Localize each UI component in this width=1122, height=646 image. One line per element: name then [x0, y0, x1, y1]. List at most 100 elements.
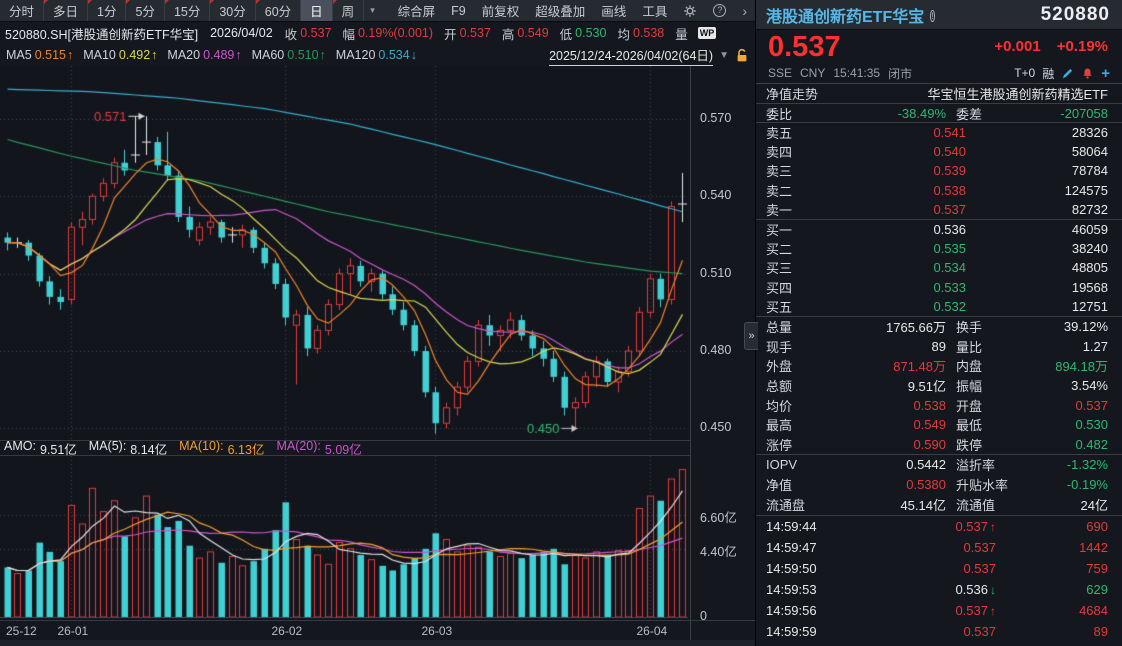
toolbar-right-group: 综合屏F9前复权超级叠加画线工具 ? › [390, 0, 755, 21]
ask-row-1[interactable]: 卖一0.53782732 [756, 200, 1122, 219]
order-price: 0.534 [821, 260, 966, 275]
ma-value: 0.534 [378, 48, 409, 62]
order-label: 买二 [766, 239, 821, 258]
candlestick-chart[interactable] [0, 66, 688, 440]
order-volume: 58064 [966, 144, 1108, 159]
tab-period-周[interactable]: 周 [333, 0, 365, 21]
underlying-index-name: 华宝恒生港股通创新药精选ETF [927, 84, 1108, 103]
price-change: +0.001 [994, 38, 1040, 55]
stat-value: 24亿 [1041, 495, 1108, 514]
order-label: 卖三 [766, 161, 821, 180]
trade-row: 14:59:440.537↑690 [756, 516, 1122, 537]
time-tick-label: 26-02 [272, 624, 303, 638]
currency-label: CNY [800, 66, 825, 80]
order-price: 0.535 [821, 241, 966, 256]
bottom-scrollbar[interactable] [0, 640, 755, 646]
tab-period-30分[interactable]: 30分 [210, 0, 255, 21]
tab-period-15分[interactable]: 15分 [165, 0, 210, 21]
trade-price: 0.537 [955, 603, 988, 618]
ma-item-MA120: MA1200.534↓ [336, 48, 417, 62]
ma-item-MA20: MA200.489↑ [167, 48, 241, 62]
stat-value: 0.5380 [821, 477, 946, 492]
date-range-selector[interactable]: 2025/12/24-2026/04/02(64日) [549, 45, 713, 66]
ma-value: 0.492 [119, 48, 150, 62]
ask-row-2[interactable]: 卖二0.538124575 [756, 181, 1122, 200]
stat-label: 总量 [766, 317, 821, 336]
t0-badge: T+0 [1014, 66, 1035, 80]
ma-label: MA20 [167, 48, 200, 62]
stat-row-均价: 均价0.538开盘0.537 [756, 395, 1122, 415]
tab-period-1分[interactable]: 1分 [88, 0, 126, 21]
field-value: 0.537 [300, 26, 331, 40]
tab-period-多日[interactable]: 多日 [44, 0, 88, 21]
tab-period-分时[interactable]: 分时 [0, 0, 44, 21]
stat-value: 0.538 [821, 398, 946, 413]
toolbar-button-0[interactable]: 综合屏 [390, 0, 444, 22]
volume-ma-label: MA(10): [179, 439, 223, 458]
trade-time: 14:59:59 [766, 624, 836, 639]
pencil-icon[interactable] [1061, 67, 1074, 80]
order-label: 卖一 [766, 200, 821, 219]
ma-arrow-icon: ↑ [235, 48, 241, 62]
price-tick-label: 0.450 [700, 420, 731, 434]
chart-section: 分时多日1分5分15分30分60分日周 ▾ 综合屏F9前复权超级叠加画线工具 ?… [0, 0, 755, 646]
ask-row-5[interactable]: 卖五0.54128326 [756, 123, 1122, 142]
order-price: 0.538 [821, 183, 966, 198]
trade-row: 14:59:560.537↑4684 [756, 600, 1122, 621]
bell-icon[interactable] [1081, 67, 1094, 80]
tab-period-日[interactable]: 日 [301, 0, 333, 21]
add-icon[interactable]: + [1101, 67, 1110, 80]
trade-time: 14:59:56 [766, 603, 836, 618]
change-group: +0.001 +0.19% [994, 38, 1108, 55]
volume-ma-value: 8.14亿 [130, 439, 167, 458]
stat-label: 均价 [766, 396, 821, 415]
chevron-down-icon[interactable]: ▼ [719, 50, 729, 61]
trade-time: 14:59:47 [766, 540, 836, 555]
ask-row-3[interactable]: 卖三0.53978784 [756, 161, 1122, 180]
time-tick-label: 26-01 [58, 624, 89, 638]
toolbar-button-3[interactable]: 超级叠加 [527, 0, 593, 22]
bid-row-1[interactable]: 买一0.53646059 [756, 220, 1122, 239]
nav-trend-row[interactable]: 净值走势 华宝恒生港股通创新药精选ETF [756, 84, 1122, 103]
field-value: 0.549 [517, 26, 548, 40]
info-icon[interactable]: ! [930, 8, 935, 22]
price-tick-label: 0.540 [700, 188, 731, 202]
stat-row-外盘: 外盘871.48万内盘894.18万 [756, 356, 1122, 376]
stat-label: IOPV [766, 457, 821, 472]
symbol-label: 520880.SH[港股通创新药ETF华宝] [5, 24, 198, 43]
bid-row-3[interactable]: 买三0.53448805 [756, 258, 1122, 277]
ask-levels: 卖五0.54128326卖四0.54058064卖三0.53978784卖二0.… [756, 122, 1122, 219]
help-icon: ? [713, 4, 726, 17]
ask-row-4[interactable]: 卖四0.54058064 [756, 142, 1122, 161]
stat-label: 换手 [946, 317, 1041, 336]
trade-price: 0.537 [963, 540, 996, 555]
stat-label: 跌停 [946, 435, 1041, 454]
expand-toolbar-button[interactable]: › [734, 0, 755, 22]
stat-label: 量比 [946, 337, 1041, 356]
toolbar-button-1[interactable]: F9 [443, 0, 474, 22]
stat-label: 振幅 [946, 376, 1041, 395]
volume-chart[interactable] [0, 456, 688, 620]
unlock-icon[interactable] [735, 48, 749, 63]
stock-name: 港股通创新药ETF华宝 [766, 3, 924, 27]
stat-value: 0.482 [1041, 437, 1108, 452]
order-price: 0.539 [821, 163, 966, 178]
help-button[interactable]: ? [705, 0, 734, 22]
toolbar-button-4[interactable]: 画线 [593, 0, 634, 22]
stat-label: 净值 [766, 475, 821, 494]
bid-row-2[interactable]: 买二0.53538240 [756, 239, 1122, 258]
stat-label: 现手 [766, 337, 821, 356]
market-status: 闭市 [888, 65, 912, 82]
stat-row-现手: 现手89量比1.27 [756, 336, 1122, 356]
tab-period-5分[interactable]: 5分 [126, 0, 164, 21]
collapse-panel-button[interactable]: » [744, 322, 758, 350]
toolbar-button-5[interactable]: 工具 [634, 0, 675, 22]
settings-button[interactable] [675, 0, 705, 22]
stat-row-流通盘: 流通盘45.14亿流通值24亿 [756, 494, 1122, 514]
bid-row-5[interactable]: 买五0.53212751 [756, 297, 1122, 316]
bid-row-4[interactable]: 买四0.53319568 [756, 278, 1122, 297]
tab-period-60分[interactable]: 60分 [256, 0, 301, 21]
time-tick-label: 26-03 [422, 624, 453, 638]
toolbar-button-2[interactable]: 前复权 [474, 0, 528, 22]
period-dropdown-caret[interactable]: ▾ [364, 0, 381, 21]
